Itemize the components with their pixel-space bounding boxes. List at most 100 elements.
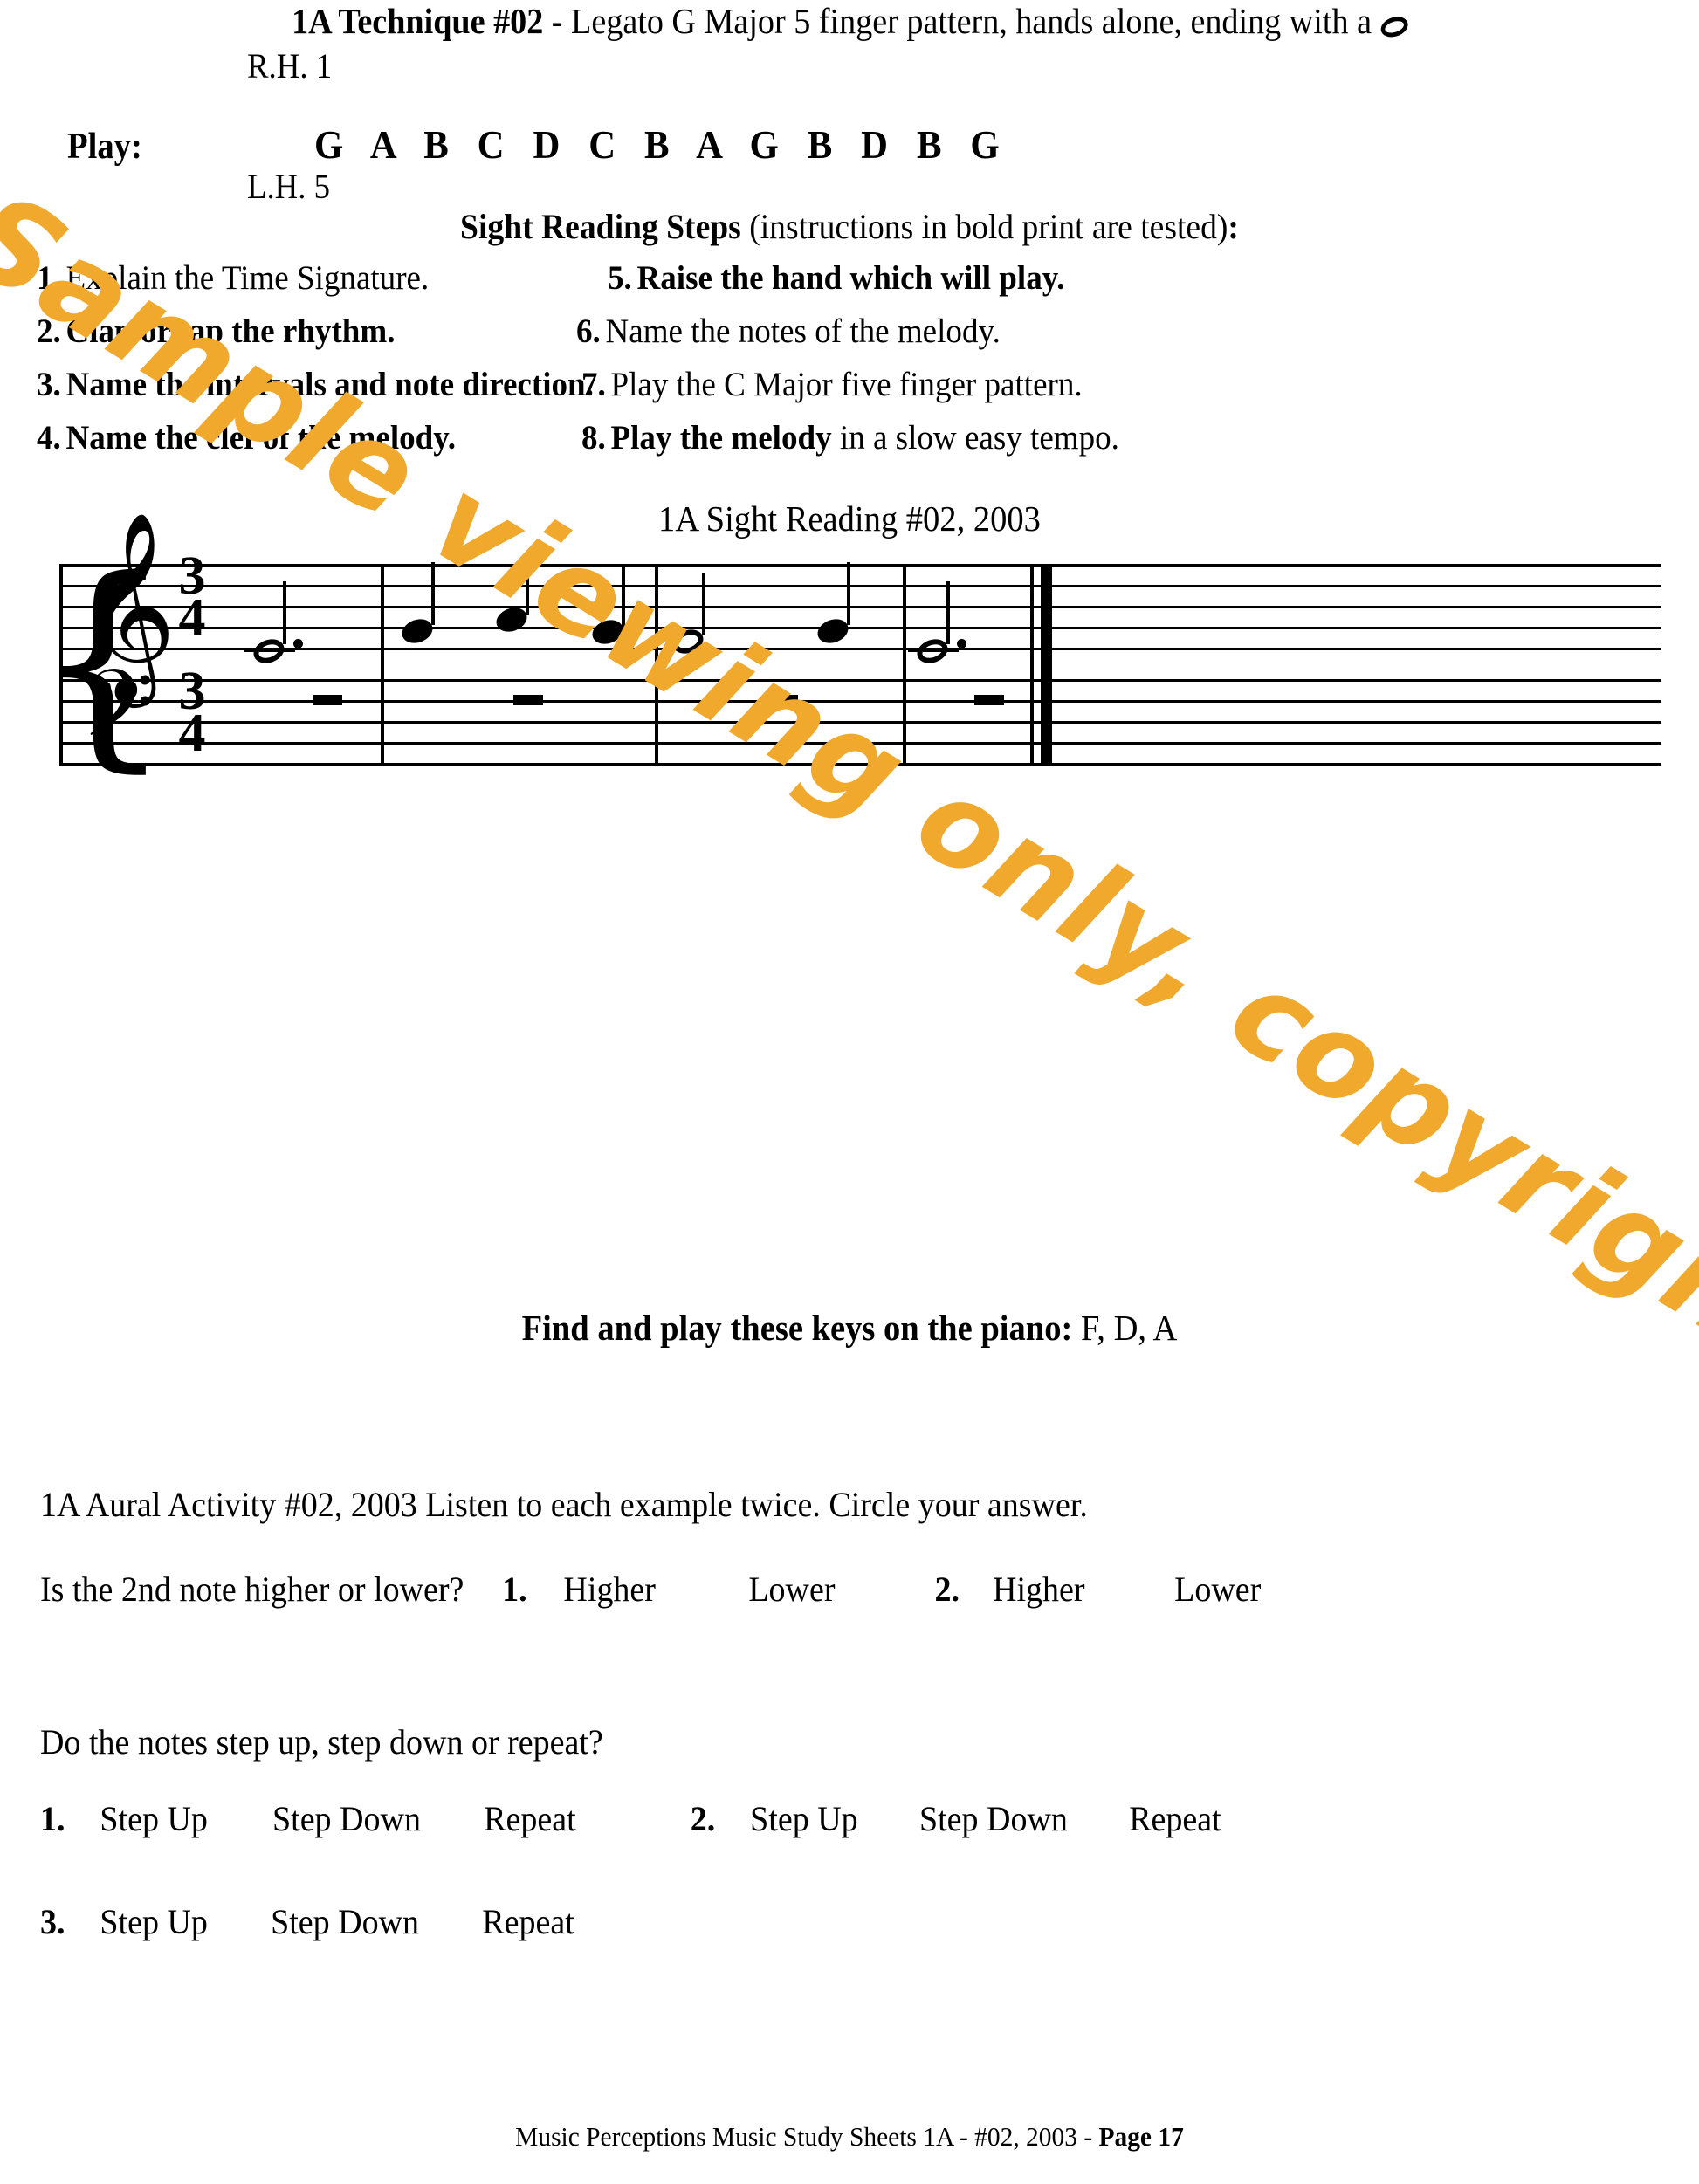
aural-q1-item2-option-higher[interactable]: Higher <box>993 1569 1085 1610</box>
aural-q2-row-1: 1. Step Up Step Down Repeat 2. Step Up S… <box>40 1798 1221 1839</box>
aural-q2-item1-number: 1. <box>40 1799 65 1838</box>
step-item-2: 2. Clap or tap the rhythm. <box>37 312 396 351</box>
aural-q1-item1-number: 1. <box>502 1569 527 1609</box>
staff-line <box>59 763 1661 766</box>
step-row: 2. Clap or tap the rhythm. 6. Name the not… <box>37 312 1666 365</box>
staff-line <box>59 627 1661 629</box>
note-stem <box>431 562 435 625</box>
score-title: 1A Sight Reading #02, 2003 <box>658 498 1041 539</box>
aural-q2-item2-option-step-up[interactable]: Step Up <box>750 1799 858 1838</box>
half-rest-m1 <box>313 695 342 705</box>
aural-q1-item2-option-lower[interactable]: Lower <box>1174 1569 1261 1610</box>
step-text-8-bold: Play the melody <box>610 419 832 457</box>
step-item-7: 7. Play the C Major five finger pattern. <box>581 365 1083 404</box>
aural-q2-item3-option-repeat[interactable]: Repeat <box>482 1902 574 1941</box>
find-keys-line: Find and play these keys on the piano: F… <box>51 1307 1647 1349</box>
augmentation-dot <box>957 639 966 649</box>
staff-line <box>59 700 1661 703</box>
note-stem <box>622 564 625 627</box>
note-stem <box>946 581 950 644</box>
aural-q1-item2-number: 2. <box>934 1569 960 1609</box>
treble-staff <box>59 564 1661 651</box>
note-stem <box>526 552 529 615</box>
left-hand-label: L.H. 5 <box>247 167 331 206</box>
aural-q2-item1-option-repeat[interactable]: Repeat <box>484 1799 576 1838</box>
aural-q1-item1-option-lower[interactable]: Lower <box>748 1569 835 1610</box>
staff-line <box>59 585 1661 587</box>
aural-q1-item1-option-higher[interactable]: Higher <box>563 1569 656 1610</box>
technique-heading-rest: Legato G Major 5 finger pattern, hands a… <box>562 1 1372 41</box>
aural-question-1: Is the 2nd note higher or lower? 1. High… <box>40 1569 1261 1610</box>
staff-line <box>59 721 1661 724</box>
time-signature-bottom: 4 <box>178 588 206 649</box>
half-rest-m4 <box>974 695 1004 705</box>
step-text-8-rest: in a slow easy tempo. <box>831 419 1119 457</box>
technique-heading: 1A Technique #02 - Legato G Major 5 fing… <box>59 0 1640 42</box>
step-number-3: 3. <box>37 366 61 403</box>
half-rest-m3 <box>768 695 798 705</box>
final-barline-thick <box>1041 564 1052 766</box>
page-footer: Music Perceptions Music Study Sheets 1A … <box>43 2121 1657 2153</box>
barline-2 <box>655 564 658 766</box>
step-number-7: 7. <box>581 366 606 403</box>
aural-q2-item1-option-step-up[interactable]: Step Up <box>100 1799 207 1838</box>
step-number-4: 4. <box>37 419 61 457</box>
system-barline-left <box>59 564 63 766</box>
technique-heading-bold: 1A Technique #02 - <box>292 1 563 41</box>
step-item-5: 5. Raise the hand which will play. <box>608 258 1064 298</box>
step-number-8: 8. <box>581 419 606 457</box>
step-row: 3. Name the intervals and note direction.… <box>37 365 1666 418</box>
step-item-8: 8. Play the melody in a slow easy tempo. <box>581 418 1119 457</box>
barline-3 <box>903 564 906 766</box>
step-row: 4. Name the clef of the melody. 8. Play th… <box>37 418 1666 471</box>
step-row: 1. Explain the Time Signature. 5. Raise th… <box>37 258 1666 312</box>
step-text-6: Name the notes of the melody. <box>605 312 1001 350</box>
time-signature-treble: 3 4 <box>173 549 211 649</box>
aural-q2-item1-option-step-down[interactable]: Step Down <box>272 1799 421 1838</box>
play-block: R.H. 1 Play: G A B C D C B A G B D B G L… <box>0 45 1699 206</box>
step-text-2: Clap or tap the rhythm. <box>65 312 396 350</box>
note-letter-sequence: G A B C D C B A G B D B G <box>314 123 1009 167</box>
aural-q2-row-2: 3. Step Up Step Down Repeat <box>40 1901 574 1942</box>
staff-line <box>59 564 1661 567</box>
aural-q2-item3-number: 3. <box>40 1902 65 1941</box>
bass-staff <box>59 679 1661 766</box>
aural-q2-item3-option-step-down[interactable]: Step Down <box>271 1902 419 1941</box>
step-text-7: Play the C Major five finger pattern. <box>610 366 1083 403</box>
right-hand-label: R.H. 1 <box>247 46 333 86</box>
time-signature-bass: 3 4 <box>173 664 211 764</box>
note-stem <box>847 562 850 625</box>
play-label: Play: <box>67 127 142 167</box>
staff-line <box>59 606 1661 608</box>
step-item-1: 1. Explain the Time Signature. <box>37 258 429 298</box>
aural-activity-intro: 1A Aural Activity #02, 2003 Listen to ea… <box>40 1485 1088 1524</box>
aural-q2-item2-option-step-down[interactable]: Step Down <box>919 1799 1068 1838</box>
aural-q2-item3-option-step-up[interactable]: Step Up <box>100 1902 207 1941</box>
step-number-5: 5. <box>608 259 632 297</box>
bass-clef-icon: 𝄢 <box>82 650 155 780</box>
footer-page-label: Page 17 <box>1098 2121 1184 2152</box>
step-text-1: Explain the Time Signature. <box>65 259 430 297</box>
aural-question-1-text: Is the 2nd note higher or lower? <box>40 1569 464 1609</box>
grand-staff: { 𝄞 𝄢 3 4 3 4 <box>31 524 1661 773</box>
aural-question-2: Do the notes step up, step down or repea… <box>40 1722 603 1762</box>
sight-reading-steps-heading: Sight Reading Steps (instructions in bol… <box>51 206 1647 247</box>
footer-text: Music Perceptions Music Study Sheets 1A … <box>515 2121 1099 2152</box>
step-number-2: 2. <box>37 312 61 350</box>
find-keys-values: F, D, A <box>1072 1308 1178 1348</box>
step-item-4: 4. Name the clef of the melody. <box>37 418 456 457</box>
whole-note-icon <box>1379 13 1411 41</box>
time-signature-bottom: 4 <box>178 704 206 764</box>
step-text-4: Name the clef of the melody. <box>65 419 457 457</box>
step-item-6: 6. Name the notes of the melody. <box>576 312 1001 351</box>
step-item-3: 3. Name the intervals and note direction. <box>37 365 594 404</box>
study-sheet-page: 1A Technique #02 - Legato G Major 5 fing… <box>0 0 1699 2184</box>
half-rest-m2 <box>513 695 543 705</box>
augmentation-dot <box>293 639 303 649</box>
sight-reading-steps-list: 1. Explain the Time Signature. 5. Raise th… <box>37 258 1666 471</box>
barline-1 <box>381 564 384 766</box>
note-stem <box>702 573 705 635</box>
note-stem <box>283 581 286 644</box>
aural-q2-item2-option-repeat[interactable]: Repeat <box>1129 1799 1221 1838</box>
final-barline-thin <box>1030 564 1034 766</box>
